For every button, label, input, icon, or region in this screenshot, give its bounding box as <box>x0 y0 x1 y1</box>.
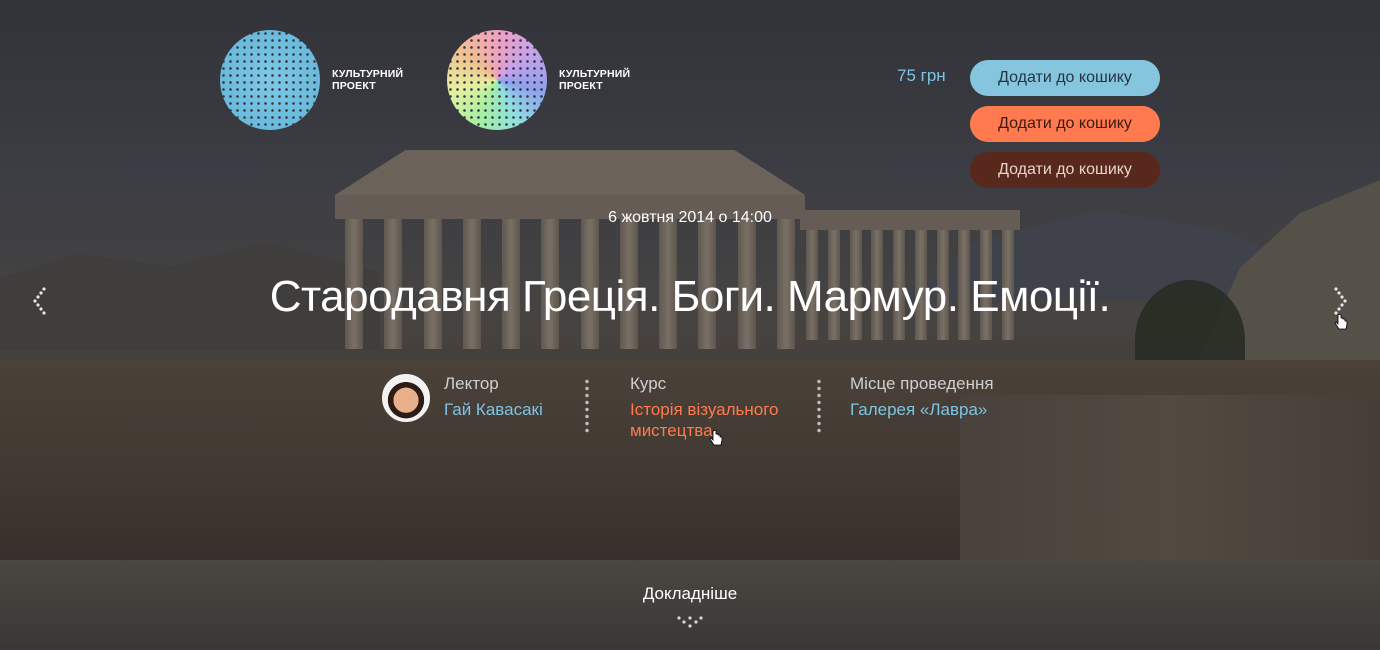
price-label: 75 грн <box>897 66 946 85</box>
lecturer-avatar[interactable] <box>382 374 430 422</box>
add-to-cart-button-orange[interactable]: Додати до кошику <box>970 106 1160 142</box>
course-label: Курс <box>630 374 667 393</box>
chevron-down-icon[interactable] <box>676 614 704 632</box>
add-to-cart-button-brown[interactable]: Додати до кошику <box>970 152 1160 188</box>
prev-slide-button[interactable] <box>30 286 50 320</box>
logo-culture-project-blue[interactable]: КУЛЬТУРНИЙ ПРОЕКТ <box>220 30 422 130</box>
add-to-cart-button-blue[interactable]: Додати до кошику <box>970 60 1160 96</box>
dotted-divider <box>817 378 821 434</box>
more-details-link[interactable]: Докладніше <box>0 584 1380 604</box>
logo-text-line2: ПРОЕКТ <box>332 80 376 92</box>
lecturer-label: Лектор <box>444 374 499 393</box>
venue-label: Місце проведення <box>850 374 994 393</box>
venue-name-link[interactable]: Галерея «Лавра» <box>850 399 987 420</box>
logo-text-line2: ПРОЕКТ <box>559 80 603 92</box>
logo-text-line1: КУЛЬТУРНИЙ <box>559 68 631 80</box>
hand-cursor-icon <box>709 430 723 446</box>
dotted-circle-rainbow-logo-icon <box>447 30 547 130</box>
logo-culture-project-rainbow[interactable]: КУЛЬТУРНИЙ ПРОЕКТ <box>447 30 649 130</box>
logo-text-line1: КУЛЬТУРНИЙ <box>332 68 404 80</box>
dotted-divider <box>585 378 589 434</box>
chevron-left-icon <box>33 287 46 315</box>
event-date: 6 жовтня 2014 о 14:00 <box>608 209 772 226</box>
hand-cursor-icon <box>1334 314 1348 330</box>
dotted-circle-logo-icon <box>220 30 320 130</box>
event-title: Стародавня Греція. Боги. Мармур. Емоції. <box>269 272 1111 321</box>
lecturer-name-link[interactable]: Гай Кавасакі <box>444 399 543 420</box>
bottom-bar <box>0 560 1380 650</box>
